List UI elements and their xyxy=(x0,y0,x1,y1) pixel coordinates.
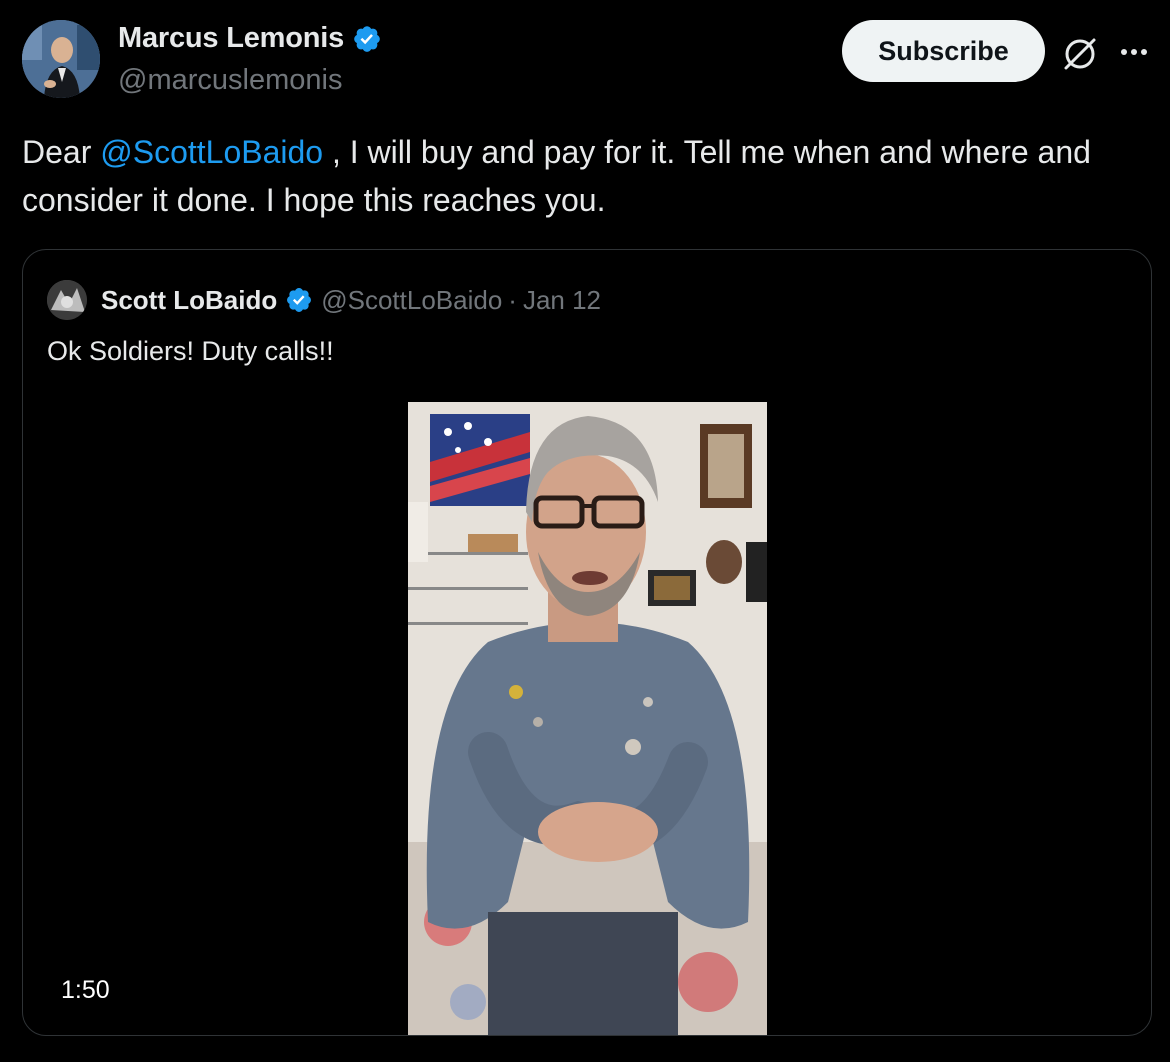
tweet-text-before: Dear xyxy=(22,134,101,170)
author-display-name[interactable]: Marcus Lemonis xyxy=(118,22,344,55)
quoted-tweet-text: Ok Soldiers! Duty calls!! xyxy=(47,336,334,366)
quoted-author-handle[interactable]: @ScottLoBaido xyxy=(321,285,502,316)
tweet-text: Dear @ScottLoBaido , I will buy and pay … xyxy=(22,128,1142,224)
video-thumbnail xyxy=(408,402,767,1035)
author-name-row[interactable]: Marcus Lemonis xyxy=(118,22,382,55)
meta-separator: · xyxy=(508,284,517,315)
author-avatar[interactable] xyxy=(22,20,100,98)
grok-icon[interactable] xyxy=(1058,32,1102,76)
quoted-tweet-date[interactable]: Jan 12 xyxy=(523,285,601,316)
quoted-author-avatar[interactable] xyxy=(47,280,87,320)
tweet-header: Marcus Lemonis @marcuslemonis Subscribe xyxy=(22,18,1150,100)
author-handle[interactable]: @marcuslemonis xyxy=(118,64,342,97)
video-player[interactable] xyxy=(408,402,767,1035)
quoted-verified-badge-icon xyxy=(285,286,313,314)
more-icon[interactable] xyxy=(1114,32,1154,72)
quoted-tweet-header: Scott LoBaido @ScottLoBaido · Jan 12 xyxy=(47,280,601,320)
quoted-author-display-name[interactable]: Scott LoBaido xyxy=(101,285,277,316)
video-duration-label: 1:50 xyxy=(61,976,110,1004)
subscribe-button[interactable]: Subscribe xyxy=(842,20,1045,82)
verified-badge-icon xyxy=(352,24,382,54)
quoted-tweet-card[interactable]: Scott LoBaido @ScottLoBaido · Jan 12 Ok … xyxy=(22,249,1152,1036)
mention-link[interactable]: @ScottLoBaido xyxy=(100,134,323,170)
